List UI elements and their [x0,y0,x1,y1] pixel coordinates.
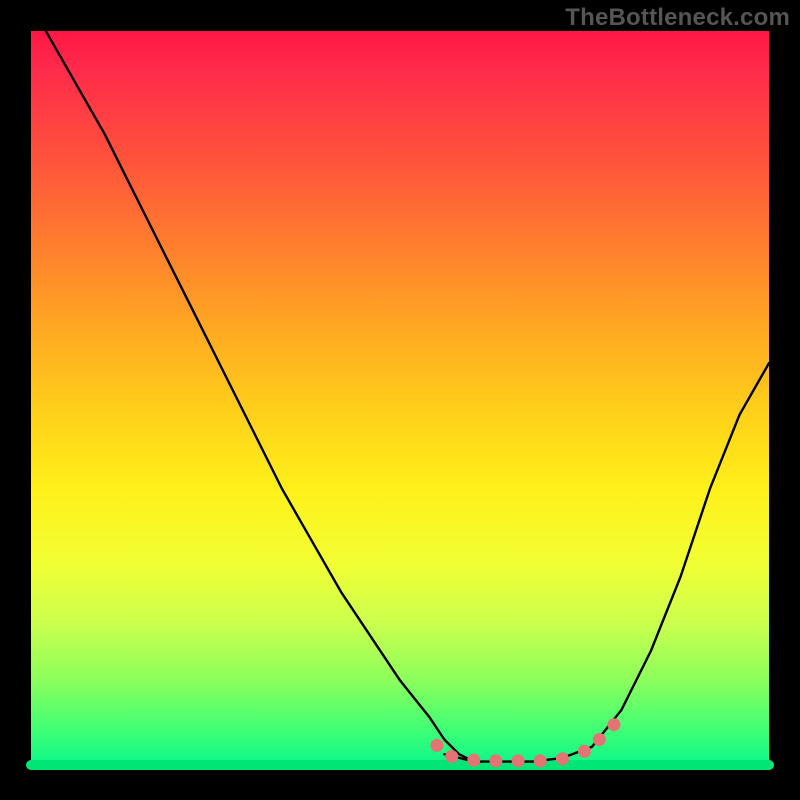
highlight-dot [445,750,458,763]
highlight-dot [430,739,443,752]
highlight-dot [467,754,480,767]
highlight-dot [593,733,606,746]
highlight-dot [512,754,525,767]
plot-area [31,31,769,769]
curve-right-branch [592,363,769,747]
watermark-text: TheBottleneck.com [565,4,790,32]
highlight-dot [489,754,502,767]
chart-svg [31,31,769,769]
curve-left-branch [46,31,474,762]
highlight-dot [556,752,569,765]
chart-frame: TheBottleneck.com [0,0,800,800]
highlight-dot [534,754,547,767]
highlight-dot [608,718,621,731]
highlight-dot [578,745,591,758]
